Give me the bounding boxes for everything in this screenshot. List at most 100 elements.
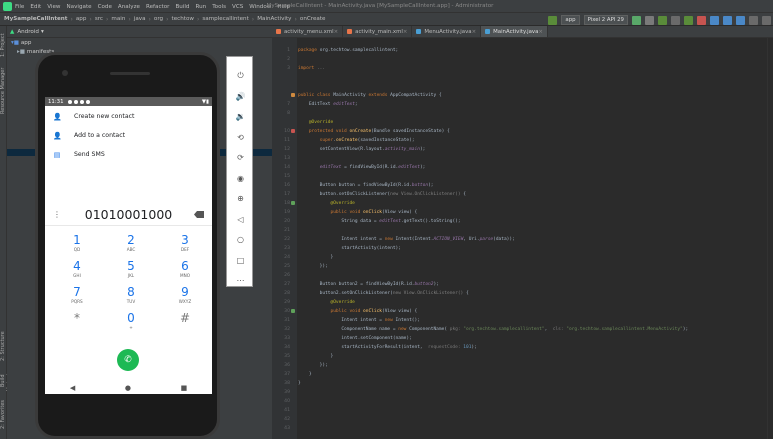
menu-edit[interactable]: Edit [30,4,41,10]
breadcrumb-item[interactable]: java [134,16,146,22]
class-run-icon[interactable] [291,93,295,97]
sheet-item-1[interactable]: 👤 Create new contact [45,107,212,126]
project-view-dropdown[interactable]: Android [17,29,39,35]
editor-tab[interactable]: activity_menu.xml × [272,26,344,37]
run-config-dropdown[interactable]: app [561,15,580,25]
add-person-icon: 👤 [53,112,62,121]
phone-icon: ✆ [124,355,132,365]
close-icon[interactable]: × [403,29,408,35]
nav-back-icon[interactable]: ◀ [70,384,75,392]
stop-icon[interactable] [697,15,706,25]
dial-key-7[interactable]: 7 PQRS [57,286,97,305]
code-area[interactable]: package org.techtow.samplecallintent; imp… [298,38,773,439]
breadcrumb-item[interactable]: onCreate [300,16,326,22]
back-icon[interactable]: ◁ [227,215,254,225]
power-icon[interactable]: ⏻ [227,71,254,81]
tool-window-project[interactable]: 1: Project [0,30,7,60]
zoom-in-icon[interactable]: ⊕ [227,194,254,204]
dial-key-6[interactable]: 6 MNO [165,260,205,279]
more-icon[interactable]: ⋯ [227,276,254,286]
override-icon[interactable] [291,129,295,133]
menu-file[interactable]: File [15,4,24,10]
attach-debugger-icon[interactable] [684,15,693,25]
menu-tools[interactable]: Tools [212,4,226,10]
menu-run[interactable]: Run [195,4,206,10]
sync-icon[interactable] [710,15,719,25]
breadcrumb-item[interactable]: MainActivity [257,16,291,22]
implements-icon[interactable] [291,201,295,205]
breadcrumb-item[interactable]: MySampleCallIntent [4,16,67,22]
dial-key-3[interactable]: 3 DEF [165,234,205,253]
menu-build[interactable]: Build [175,4,189,10]
breadcrumb-item[interactable]: samplecallintent [202,16,248,22]
apply-changes-icon[interactable] [645,15,654,25]
sheet-item-3[interactable]: ▤ Send SMS [45,145,212,164]
profile-icon[interactable] [671,15,680,25]
chevron-down-icon[interactable]: ▾ [41,29,44,35]
dial-key-5[interactable]: 5 JKL [111,260,151,279]
dial-key-1[interactable]: 1 QD [57,234,97,253]
menu-analyze[interactable]: Analyze [118,4,140,10]
editor-tab[interactable]: MainActivity.java × [481,26,548,37]
device-dropdown[interactable]: Pixel 2 API 29 [583,15,628,25]
breadcrumb-item[interactable]: app [76,16,87,22]
line-gutter: 1 2 3 7 8 10 11 12 13 14 15 16 17 18 19 20 21 22 23 24 25 26 2… [272,38,297,439]
breadcrumb-item[interactable]: org [154,16,163,22]
build-hammer-icon[interactable] [548,15,558,25]
sdk-manager-icon[interactable] [736,15,745,25]
call-button[interactable]: ✆ [117,349,139,371]
tool-window-favorites[interactable]: 2: Favorites [0,394,7,434]
breadcrumb-item[interactable]: techtow [172,16,194,22]
menu-view[interactable]: View [47,4,60,10]
menu-code[interactable]: Code [98,4,112,10]
dial-key-4[interactable]: 4 GHI [57,260,97,279]
tree-item-app[interactable]: ▾■ app [7,40,31,49]
sheet-item-2[interactable]: 👤 Add to a contact [45,126,212,145]
run-icon[interactable] [632,15,641,25]
tool-window-build-variants[interactable]: Build Variants [0,371,12,391]
overview-icon[interactable]: □ [227,256,254,266]
menu-refactor[interactable]: Refactor [146,4,169,10]
system-nav-bar: ◀ ● ■ [45,381,212,394]
code-line: intent.setComponent(name); [298,334,411,343]
menu-vcs[interactable]: VCS [232,4,243,10]
debug-icon[interactable] [658,15,667,25]
backspace-icon[interactable] [194,211,204,218]
menu-navigate[interactable]: Navigate [67,4,92,10]
dial-key-9[interactable]: 9 WXYZ [165,286,205,305]
dialed-number[interactable]: 01010001000 [85,207,172,222]
camera-icon[interactable]: ◉ [227,174,254,184]
rotate-left-icon[interactable]: ⟲ [227,133,254,143]
close-icon[interactable]: × [538,29,543,35]
code-line: editText = findViewById(R.id.editText); [298,163,426,172]
home-icon[interactable]: ○ [227,235,254,245]
emulator-screen[interactable]: 11:31 ▼▮ 👤 Create new contact 👤 Add to a co… [45,97,212,394]
close-icon[interactable]: × [472,29,477,35]
breadcrumb-item[interactable]: main [111,16,125,22]
editor-tab[interactable]: activity_main.xml × [343,26,413,37]
dial-key-star[interactable]: * [57,312,97,325]
menu-help[interactable]: Help [277,4,290,10]
dial-key-8[interactable]: 8 TUV [111,286,151,305]
volume-down-icon[interactable]: 🔉 [227,112,254,122]
tool-window-resource-manager[interactable]: Resource Manager [0,66,7,116]
tool-window-structure[interactable]: 2: Structure [0,326,7,366]
dial-key-2[interactable]: 2 ABC [111,234,151,253]
code-line: startActivityForResult(intent, requestCo… [298,343,477,352]
menu-window[interactable]: Window [249,4,271,10]
dial-key-hash[interactable]: # [165,312,205,325]
rotate-right-icon[interactable]: ⟳ [227,153,254,163]
layout-inspector-icon[interactable] [749,15,758,25]
editor-tab[interactable]: MenuActivity.java × [412,26,482,37]
nav-recents-icon[interactable]: ■ [181,384,188,392]
more-options-icon[interactable]: ⋮ [53,210,61,219]
volume-up-icon[interactable]: 🔊 [227,92,254,102]
implements-icon[interactable] [291,309,295,313]
search-everywhere-icon[interactable] [762,15,771,25]
avd-manager-icon[interactable] [723,15,732,25]
file-icon [347,29,353,34]
breadcrumb-item[interactable]: src [95,16,103,22]
dial-key-0[interactable]: 0 + [111,312,151,331]
nav-home-icon[interactable]: ● [125,384,131,392]
close-icon[interactable]: × [334,29,339,35]
